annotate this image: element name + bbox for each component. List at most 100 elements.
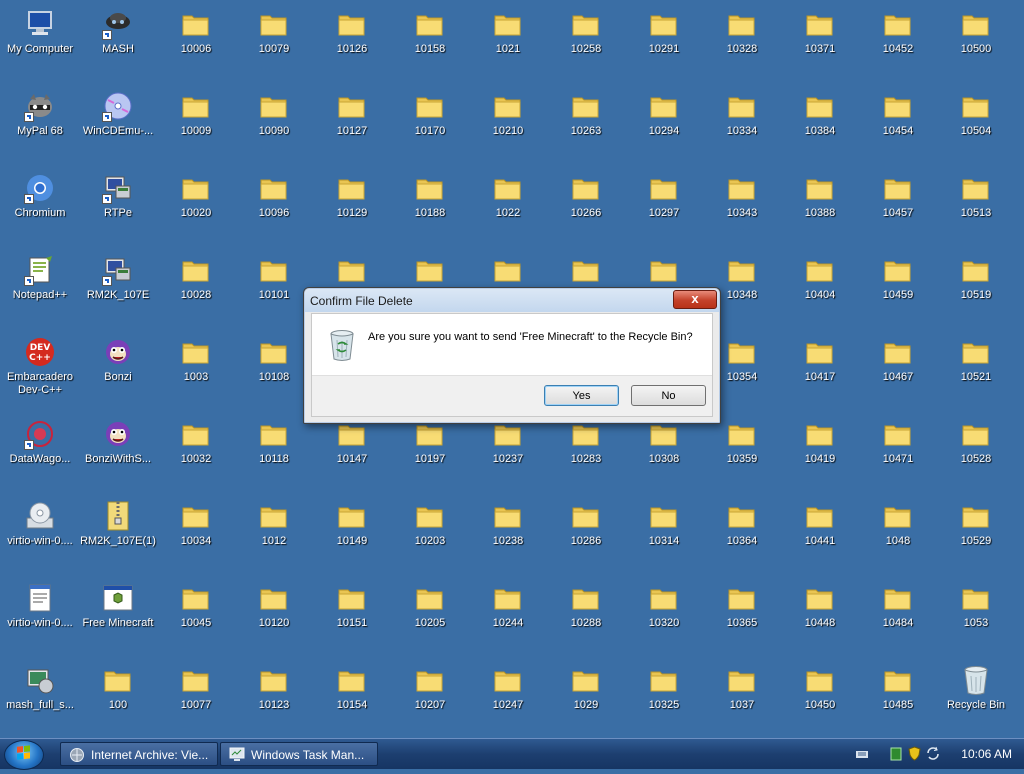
dialog-close-button[interactable]: x	[673, 290, 717, 309]
desktop-icon[interactable]: 1053	[937, 579, 1015, 659]
desktop-icon[interactable]: 10485	[859, 661, 937, 741]
sync-icon[interactable]	[926, 746, 940, 761]
desktop-icon[interactable]: 10334	[703, 87, 781, 167]
keyboard-icon[interactable]	[856, 748, 868, 760]
desktop-icon[interactable]: DataWago...	[1, 415, 79, 495]
desktop-icon[interactable]: 10147	[313, 415, 391, 495]
desktop-icon[interactable]: My Computer	[1, 5, 79, 85]
desktop-icon[interactable]: 10504	[937, 87, 1015, 167]
desktop-icon[interactable]: 10170	[391, 87, 469, 167]
network-icon[interactable]	[890, 747, 902, 761]
desktop-icon[interactable]: Bonzi	[79, 333, 157, 413]
desktop-icon[interactable]: MyPal 68	[1, 87, 79, 167]
desktop-icon[interactable]: 10096	[235, 169, 313, 249]
desktop-icon[interactable]: 10258	[547, 5, 625, 85]
yes-button[interactable]: Yes	[544, 385, 619, 406]
desktop-icon[interactable]: 10500	[937, 5, 1015, 85]
desktop-icon[interactable]: 10519	[937, 251, 1015, 331]
desktop-icon[interactable]: 10123	[235, 661, 313, 741]
desktop-icon[interactable]: 10364	[703, 497, 781, 577]
desktop-icon[interactable]: 10154	[313, 661, 391, 741]
desktop-icon[interactable]: virtio-win-0....	[1, 497, 79, 577]
desktop-icon[interactable]: 10359	[703, 415, 781, 495]
desktop-icon[interactable]: 10205	[391, 579, 469, 659]
taskbar-clock[interactable]: 10:06 AM	[961, 747, 1012, 761]
desktop-icon[interactable]: virtio-win-0....	[1, 579, 79, 659]
desktop-icon[interactable]: 10129	[313, 169, 391, 249]
desktop-icon[interactable]: 10197	[391, 415, 469, 495]
desktop-icon[interactable]: 10286	[547, 497, 625, 577]
desktop-icon[interactable]: 1021	[469, 5, 547, 85]
desktop-icon[interactable]: 10283	[547, 415, 625, 495]
desktop-icon[interactable]: 10529	[937, 497, 1015, 577]
desktop-icon[interactable]: 10371	[781, 5, 859, 85]
desktop-icon[interactable]: 10006	[157, 5, 235, 85]
desktop-icon[interactable]: Notepad++	[1, 251, 79, 331]
desktop-icon[interactable]: 10237	[469, 415, 547, 495]
desktop-icon[interactable]: 10528	[937, 415, 1015, 495]
desktop-icon[interactable]: 10028	[157, 251, 235, 331]
desktop-icon[interactable]: 10441	[781, 497, 859, 577]
desktop-icon[interactable]: 10521	[937, 333, 1015, 413]
desktop-icon[interactable]: 10108	[235, 333, 313, 413]
desktop-icon[interactable]: 10032	[157, 415, 235, 495]
desktop-icon[interactable]: 10210	[469, 87, 547, 167]
desktop-icon[interactable]: 10328	[703, 5, 781, 85]
desktop-icon[interactable]: 10484	[859, 579, 937, 659]
desktop-icon[interactable]: 10020	[157, 169, 235, 249]
desktop-icon[interactable]: 1037	[703, 661, 781, 741]
desktop-icon[interactable]: RTPe	[79, 169, 157, 249]
desktop-icon[interactable]: 10448	[781, 579, 859, 659]
desktop-icon[interactable]: 10288	[547, 579, 625, 659]
desktop-icon[interactable]: 10314	[625, 497, 703, 577]
desktop-icon[interactable]: 10404	[781, 251, 859, 331]
desktop-icon[interactable]: 10188	[391, 169, 469, 249]
desktop-icon[interactable]: 10308	[625, 415, 703, 495]
desktop-icon[interactable]: 10417	[781, 333, 859, 413]
desktop-icon[interactable]: RM2K_107E(1)	[79, 497, 157, 577]
taskbar-item-task-manager[interactable]: Windows Task Man...	[220, 742, 378, 766]
desktop-icon[interactable]: 10151	[313, 579, 391, 659]
desktop-icon[interactable]: BonziWithS...	[79, 415, 157, 495]
desktop-icon[interactable]: 10471	[859, 415, 937, 495]
desktop-icon[interactable]: 10045	[157, 579, 235, 659]
desktop-icon[interactable]: 1048	[859, 497, 937, 577]
desktop-icon[interactable]: 10320	[625, 579, 703, 659]
desktop-icon[interactable]: 10238	[469, 497, 547, 577]
desktop-icon[interactable]: 10419	[781, 415, 859, 495]
desktop-icon[interactable]: 10467	[859, 333, 937, 413]
desktop-icon[interactable]: 10325	[625, 661, 703, 741]
taskbar-item-internet-archive[interactable]: Internet Archive: Vie...	[60, 742, 218, 766]
desktop-icon[interactable]: 10244	[469, 579, 547, 659]
desktop-icon[interactable]: 10009	[157, 87, 235, 167]
desktop-icon[interactable]: 10452	[859, 5, 937, 85]
dialog-titlebar[interactable]: Confirm File Delete x	[305, 289, 719, 312]
desktop-icon[interactable]: 10158	[391, 5, 469, 85]
desktop-icon[interactable]: 10459	[859, 251, 937, 331]
desktop-icon[interactable]: 10388	[781, 169, 859, 249]
desktop-icon[interactable]: WinCDEmu-...	[79, 87, 157, 167]
desktop-icon[interactable]: 10101	[235, 251, 313, 331]
desktop-icon[interactable]: DEV C++ Embarcadero Dev-C++	[1, 333, 79, 413]
desktop-icon[interactable]: 10077	[157, 661, 235, 741]
desktop-icon[interactable]: Recycle Bin	[937, 661, 1015, 741]
desktop-icon[interactable]: 10079	[235, 5, 313, 85]
desktop-icon[interactable]: RM2K_107E	[79, 251, 157, 331]
desktop-icon[interactable]: 10203	[391, 497, 469, 577]
desktop-icon[interactable]: 10126	[313, 5, 391, 85]
no-button[interactable]: No	[631, 385, 706, 406]
desktop-icon[interactable]: 1029	[547, 661, 625, 741]
desktop-icon[interactable]: 10384	[781, 87, 859, 167]
desktop-icon[interactable]: 10266	[547, 169, 625, 249]
desktop-icon[interactable]: 10291	[625, 5, 703, 85]
desktop-icon[interactable]: 100	[79, 661, 157, 741]
desktop-icon[interactable]: mash_full_s...	[1, 661, 79, 741]
desktop-icon[interactable]: 10034	[157, 497, 235, 577]
desktop-icon[interactable]: 1022	[469, 169, 547, 249]
security-shield-icon[interactable]	[908, 746, 921, 761]
desktop-icon[interactable]: 10513	[937, 169, 1015, 249]
desktop-icon[interactable]: 10090	[235, 87, 313, 167]
desktop-icon[interactable]: 10294	[625, 87, 703, 167]
desktop-icon[interactable]: 10365	[703, 579, 781, 659]
desktop-icon[interactable]: 10343	[703, 169, 781, 249]
